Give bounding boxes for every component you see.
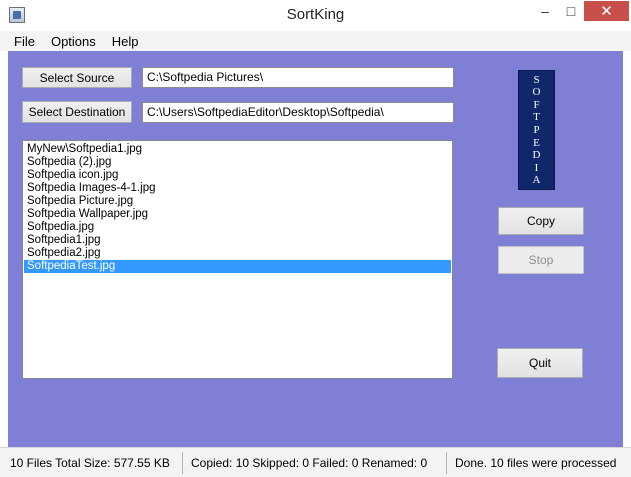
select-source-button[interactable]: Select Source [22,67,132,88]
status-message: Done. 10 files were processed [446,452,626,474]
softpedia-banner: SOFTPEDIA [518,70,555,190]
destination-path-field[interactable]: C:\Users\SoftpediaEditor\Desktop\Softped… [142,102,454,123]
menu-bar: File Options Help [0,31,631,51]
menu-options[interactable]: Options [43,34,104,49]
banner-letter: D [532,149,541,162]
list-item[interactable]: Softpedia Wallpaper.jpg [24,208,451,221]
source-path-field[interactable]: C:\Softpedia Pictures\ [142,67,454,88]
list-item[interactable]: Softpedia Picture.jpg [24,195,451,208]
banner-letter: E [533,136,540,149]
banner-letter: I [534,161,539,174]
menu-help[interactable]: Help [104,34,147,49]
close-button[interactable]: ✕ [584,1,629,21]
stop-button[interactable]: Stop [498,246,584,274]
banner-letter: O [532,86,541,99]
list-item[interactable]: Softpedia Images-4-1.jpg [24,182,451,195]
list-item[interactable]: MyNew\Softpedia1.jpg [24,143,451,156]
list-item[interactable]: Softpedia.jpg [24,221,451,234]
select-destination-button[interactable]: Select Destination [22,101,132,123]
status-counts: Copied: 10 Skipped: 0 Failed: 0 Renamed:… [182,452,444,474]
list-item[interactable]: Softpedia (2).jpg [24,156,451,169]
quit-button[interactable]: Quit [497,348,583,378]
list-item[interactable]: Softpedia2.jpg [24,247,451,260]
list-item[interactable]: Softpedia icon.jpg [24,169,451,182]
banner-letter: A [532,174,541,187]
status-bar: 10 Files Total Size: 577.55 KB Copied: 1… [0,447,631,477]
banner-letter: T [533,111,540,124]
file-list[interactable]: MyNew\Softpedia1.jpg Softpedia (2).jpg Sof… [22,140,453,379]
list-item[interactable]: Softpedia1.jpg [24,234,451,247]
banner-letter: S [533,73,540,86]
banner-letter: F [533,98,540,111]
list-item[interactable]: SoftpediaTest.jpg [24,260,451,273]
maximize-button[interactable]: □ [558,1,584,21]
copy-button[interactable]: Copy [498,207,584,235]
status-file-summary: 10 Files Total Size: 577.55 KB [10,456,170,470]
title-bar: SortKing – □ ✕ [0,0,631,31]
banner-letter: P [533,123,540,136]
minimize-button[interactable]: – [532,1,558,21]
menu-file[interactable]: File [6,34,43,49]
